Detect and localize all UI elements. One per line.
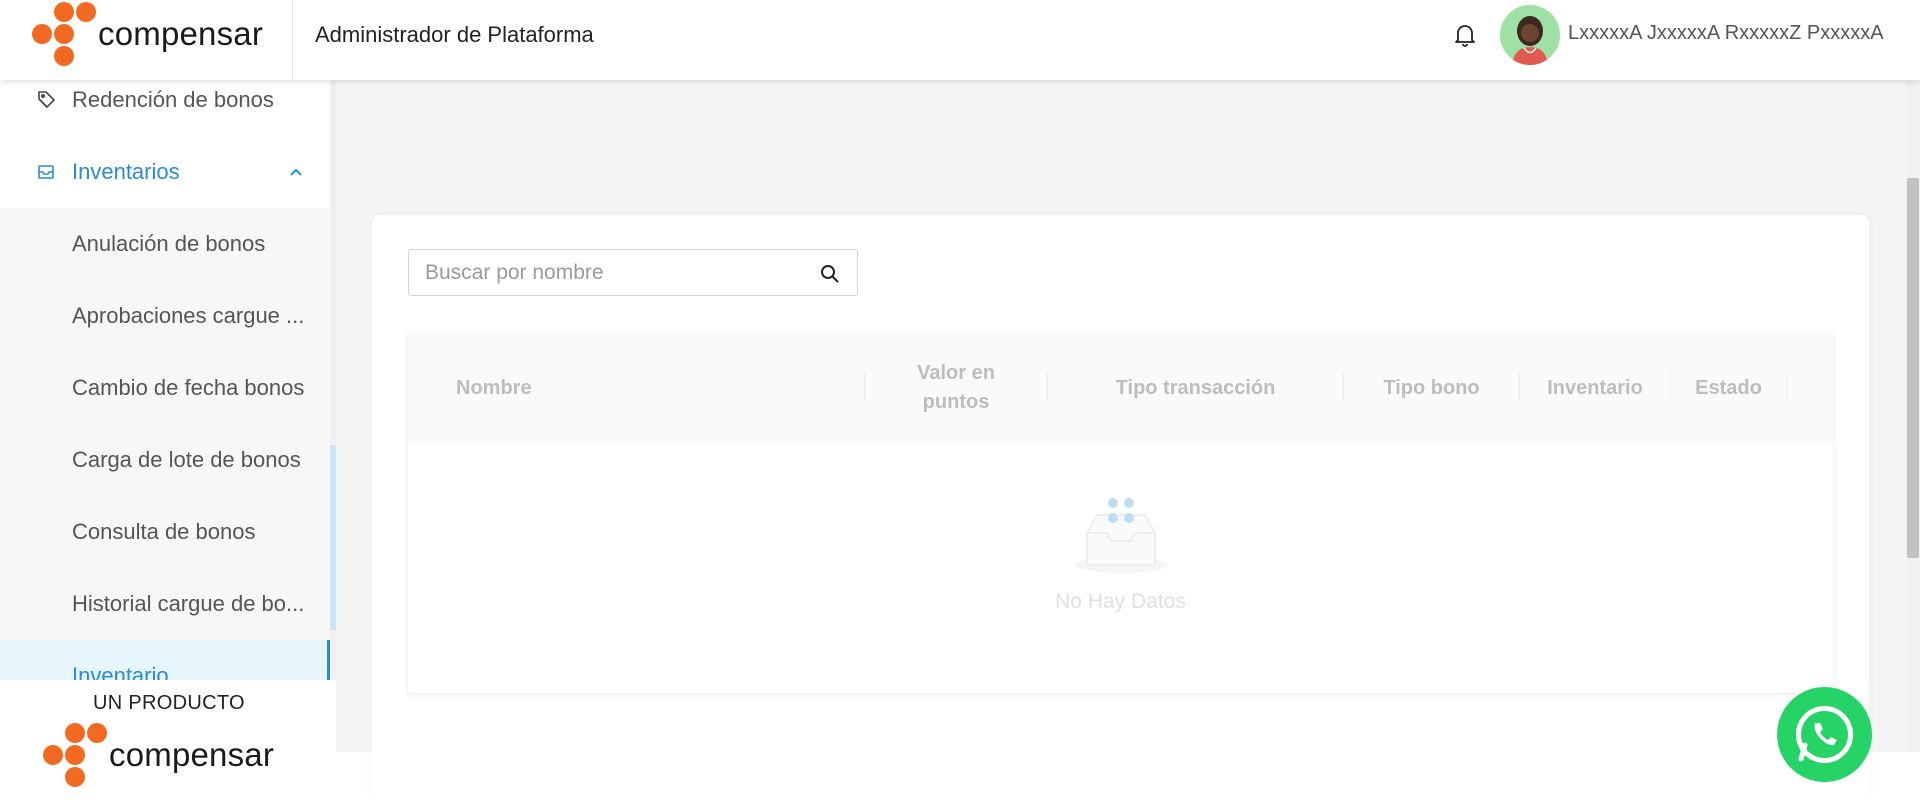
footer-logo: compensar	[43, 723, 274, 787]
sidebar-item-inventario[interactable]: Inventario	[0, 640, 330, 680]
sidebar-item-label: Consulta de bonos	[72, 519, 256, 544]
sidebar-item-label: Redención de bonos	[72, 87, 274, 112]
column-header-inventario[interactable]: Inventario	[1520, 333, 1670, 443]
inbox-icon	[38, 165, 54, 179]
top-header: compensar Administrador de Plataforma Lx…	[0, 0, 1920, 80]
compensar-logo[interactable]: compensar	[32, 2, 263, 66]
sidebar-item-historial[interactable]: Historial cargue de bo...	[0, 568, 330, 640]
product-footer: UN PRODUCTO compensar	[0, 680, 336, 800]
sidebar: Redención de bonos Inventarios Anulación…	[0, 80, 336, 680]
bell-icon[interactable]	[1453, 22, 1477, 48]
sidebar-item-consulta[interactable]: Consulta de bonos	[0, 496, 330, 568]
column-header-estado[interactable]: Estado	[1671, 333, 1786, 443]
data-table: Nombre Valor en puntos Tipo transacción …	[408, 333, 1833, 693]
table-header: Nombre Valor en puntos Tipo transacción …	[408, 333, 1833, 443]
header-divider	[292, 0, 293, 80]
sidebar-item-inventarios[interactable]: Inventarios	[0, 136, 330, 208]
column-header-tipo-bono[interactable]: Tipo bono	[1344, 333, 1519, 443]
logo-text: compensar	[98, 15, 264, 52]
sidebar-item-cambio-fecha[interactable]: Cambio de fecha bonos	[0, 352, 330, 424]
sidebar-item-label: Cambio de fecha bonos	[72, 375, 305, 400]
sidebar-item-label: Anulación de bonos	[72, 231, 266, 256]
tag-icon	[38, 91, 56, 109]
search-icon[interactable]	[819, 263, 841, 285]
empty-state-text: No Hay Datos	[1055, 590, 1186, 613]
sidebar-item-anulacion[interactable]: Anulación de bonos	[0, 208, 330, 280]
sidebar-item-carga-lote[interactable]: Carga de lote de bonos	[0, 424, 330, 496]
sidebar-item-label: Carga de lote de bonos	[72, 447, 301, 472]
sidebar-item-label: Historial cargue de bo...	[72, 591, 305, 616]
sidebar-item-label: Aprobaciones cargue ...	[72, 303, 305, 328]
whatsapp-icon	[1796, 706, 1853, 763]
sidebar-item-label: Inventario	[72, 663, 169, 680]
column-separator	[1786, 373, 1787, 401]
empty-inbox-icon	[1075, 498, 1167, 573]
whatsapp-button[interactable]	[1777, 687, 1872, 782]
chevron-up-icon	[290, 168, 302, 176]
user-name[interactable]: LxxxxxA JxxxxxA RxxxxxZ PxxxxxA	[1568, 22, 1884, 45]
column-header-nombre[interactable]: Nombre	[456, 333, 856, 443]
logo-mark-icon	[43, 723, 107, 787]
column-header-tipo-transaccion[interactable]: Tipo transacción	[1048, 333, 1343, 443]
search-input[interactable]	[425, 260, 805, 286]
product-label: UN PRODUCTO	[93, 692, 245, 714]
sidebar-item-label: Inventarios	[72, 159, 180, 184]
avatar[interactable]	[1500, 5, 1560, 65]
sidebar-item-redencion[interactable]: Redención de bonos	[0, 80, 330, 136]
page-title: Administrador de Plataforma	[315, 22, 594, 47]
column-header-valor-puntos[interactable]: Valor en puntos	[865, 333, 1047, 443]
search-box[interactable]	[408, 249, 858, 296]
logo-text: compensar	[109, 736, 275, 773]
sidebar-item-aprobaciones[interactable]: Aprobaciones cargue ...	[0, 280, 330, 352]
main-scrollbar-thumb[interactable]	[1907, 178, 1919, 558]
logo-mark-icon	[32, 2, 96, 66]
